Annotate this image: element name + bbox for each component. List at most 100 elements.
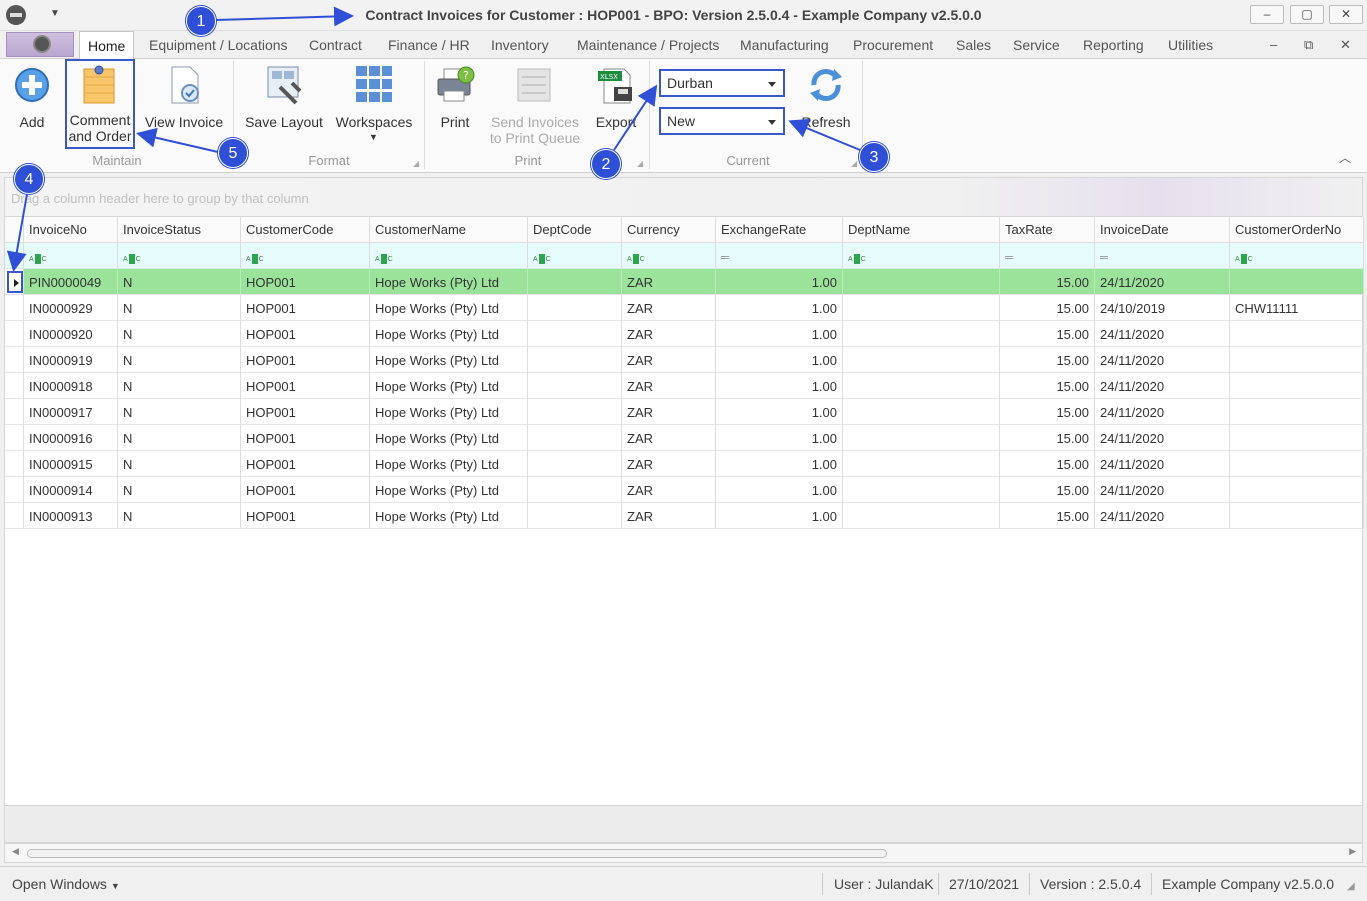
cell-taxrate[interactable]: 15.00 [1000,477,1095,502]
cell-deptname[interactable] [843,373,1000,398]
cell-taxrate[interactable]: 15.00 [1000,451,1095,476]
cell-deptcode[interactable] [528,451,622,476]
row-indicator-cell[interactable] [5,295,24,320]
cell-invoicestatus[interactable]: N [118,295,241,320]
filter-cell-invoicestatus[interactable]: AC [118,243,241,268]
cell-invoicedate[interactable]: 24/11/2020 [1095,477,1230,502]
cell-deptcode[interactable] [528,347,622,372]
cell-invoiceno[interactable]: IN0000916 [24,425,118,450]
column-header-customerorderno[interactable]: CustomerOrderNo [1230,217,1364,242]
application-menu-button[interactable] [6,32,74,57]
cell-invoiceno[interactable]: IN0000913 [24,503,118,528]
cell-deptcode[interactable] [528,269,622,294]
cell-deptcode[interactable] [528,321,622,346]
cell-deptname[interactable] [843,477,1000,502]
cell-invoiceno[interactable]: IN0000919 [24,347,118,372]
column-header-deptcode[interactable]: DeptCode [528,217,622,242]
cell-invoicestatus[interactable]: N [118,269,241,294]
cell-customercode[interactable]: HOP001 [241,477,370,502]
cell-invoicedate[interactable]: 24/11/2020 [1095,451,1230,476]
cell-exchangerate[interactable]: 1.00 [716,347,843,372]
cell-currency[interactable]: ZAR [622,347,716,372]
horizontal-scrollbar[interactable]: ◀ ▶ [4,843,1363,863]
cell-taxrate[interactable]: 15.00 [1000,503,1095,528]
cell-invoiceno[interactable]: IN0000920 [24,321,118,346]
cell-invoiceno[interactable]: IN0000918 [24,373,118,398]
cell-customername[interactable]: Hope Works (Pty) Ltd [370,321,528,346]
row-indicator-cell[interactable] [5,425,24,450]
table-row[interactable]: IN0000920 N HOP001 Hope Works (Pty) Ltd ZAR 1… [5,321,1364,347]
column-header-currency[interactable]: Currency [622,217,716,242]
cell-customerorderno[interactable] [1230,269,1364,294]
scroll-left-icon[interactable]: ◀ [12,846,19,857]
cell-deptcode[interactable] [528,373,622,398]
open-windows-button[interactable]: Open Windows ▼ [12,876,120,892]
add-button[interactable]: Add [8,63,56,135]
table-row[interactable]: PIN0000049 N HOP001 Hope Works (Pty) Ltd ZAR… [5,269,1364,295]
cell-invoicestatus[interactable]: N [118,373,241,398]
cell-invoiceno[interactable]: IN0000929 [24,295,118,320]
table-row[interactable]: IN0000915 N HOP001 Hope Works (Pty) Ltd ZAR 1… [5,451,1364,477]
cell-customercode[interactable]: HOP001 [241,295,370,320]
cell-customername[interactable]: Hope Works (Pty) Ltd [370,503,528,528]
filter-cell-deptcode[interactable]: AC [528,243,622,268]
cell-invoiceno[interactable]: IN0000917 [24,399,118,424]
cell-customercode[interactable]: HOP001 [241,399,370,424]
cell-customercode[interactable]: HOP001 [241,373,370,398]
column-header-invoiceno[interactable]: InvoiceNo [24,217,118,242]
tab-reporting[interactable]: Reporting [1083,37,1144,53]
group-by-panel[interactable]: Drag a column header here to group by th… [4,177,1363,217]
cell-exchangerate[interactable]: 1.00 [716,269,843,294]
cell-exchangerate[interactable]: 1.00 [716,399,843,424]
workspaces-button[interactable]: Workspaces ▼ [333,63,415,145]
tab-procurement[interactable]: Procurement [853,37,933,53]
column-header-invoicedate[interactable]: InvoiceDate [1095,217,1230,242]
cell-invoicedate[interactable]: 24/11/2020 [1095,373,1230,398]
filter-cell-customercode[interactable]: AC [241,243,370,268]
cell-deptcode[interactable] [528,503,622,528]
cell-deptname[interactable] [843,425,1000,450]
table-row[interactable]: IN0000913 N HOP001 Hope Works (Pty) Ltd ZAR 1… [5,503,1364,529]
cell-exchangerate[interactable]: 1.00 [716,425,843,450]
cell-deptname[interactable] [843,347,1000,372]
cell-deptname[interactable] [843,321,1000,346]
table-row[interactable]: IN0000929 N HOP001 Hope Works (Pty) Ltd ZAR 1… [5,295,1364,321]
tab-sales[interactable]: Sales [956,37,991,53]
filter-cell-customerorderno[interactable]: AC [1230,243,1364,268]
cell-deptname[interactable] [843,269,1000,294]
cell-customername[interactable]: Hope Works (Pty) Ltd [370,347,528,372]
maximize-button[interactable]: ▢ [1290,5,1324,24]
filter-cell-customername[interactable]: AC [370,243,528,268]
cell-customerorderno[interactable] [1230,451,1364,476]
save-layout-button[interactable]: Save Layout [242,63,326,135]
cell-invoiceno[interactable]: IN0000915 [24,451,118,476]
filter-cell-deptname[interactable]: AC [843,243,1000,268]
cell-currency[interactable]: ZAR [622,451,716,476]
cell-customercode[interactable]: HOP001 [241,425,370,450]
mdi-restore-button[interactable]: ⧉ [1304,37,1313,53]
column-header-exchangerate[interactable]: ExchangeRate [716,217,843,242]
row-indicator-cell[interactable] [5,269,24,294]
cell-invoicestatus[interactable]: N [118,503,241,528]
table-row[interactable]: IN0000916 N HOP001 Hope Works (Pty) Ltd ZAR 1… [5,425,1364,451]
mdi-close-button[interactable]: ✕ [1340,37,1351,53]
tab-home[interactable]: Home [79,31,135,60]
filter-cell-currency[interactable]: AC [622,243,716,268]
tab-maintenance-projects[interactable]: Maintenance / Projects [577,37,719,53]
cell-invoicedate[interactable]: 24/11/2020 [1095,347,1230,372]
tab-utilities[interactable]: Utilities [1168,37,1213,53]
cell-invoicestatus[interactable]: N [118,347,241,372]
table-row[interactable]: IN0000914 N HOP001 Hope Works (Pty) Ltd ZAR 1… [5,477,1364,503]
mdi-minimize-button[interactable]: – [1270,37,1277,52]
cell-customercode[interactable]: HOP001 [241,269,370,294]
resize-grip-icon[interactable]: ◢ [1347,881,1355,892]
collapse-ribbon-icon[interactable]: ︿ [1339,149,1351,166]
cell-taxrate[interactable]: 15.00 [1000,269,1095,294]
cell-customerorderno[interactable] [1230,321,1364,346]
cell-exchangerate[interactable]: 1.00 [716,477,843,502]
cell-customerorderno[interactable] [1230,477,1364,502]
cell-customername[interactable]: Hope Works (Pty) Ltd [370,477,528,502]
cell-exchangerate[interactable]: 1.00 [716,373,843,398]
cell-taxrate[interactable]: 15.00 [1000,373,1095,398]
cell-invoicedate[interactable]: 24/11/2020 [1095,399,1230,424]
